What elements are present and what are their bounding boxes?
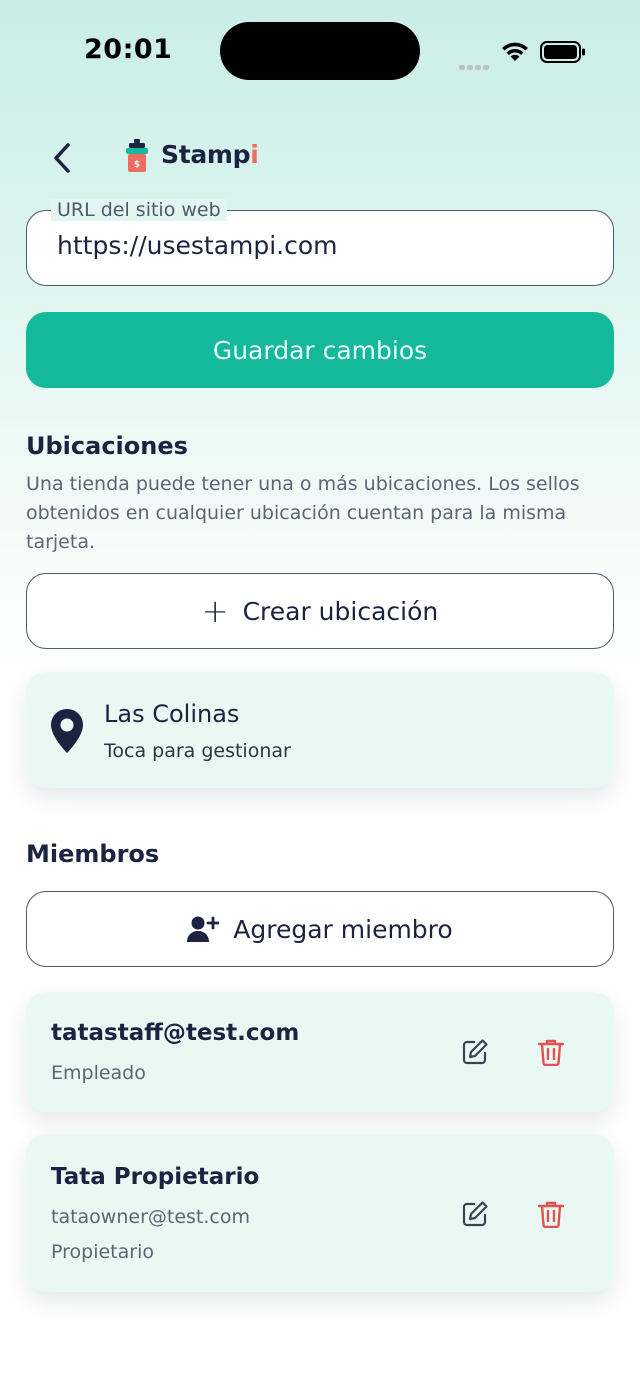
logo-text-main: Stamp [161,140,251,169]
locations-title: Ubicaciones [26,432,188,460]
website-url-field[interactable]: URL del sitio web [26,199,614,286]
member-email: tataowner@test.com [51,1206,250,1228]
delete-member-button[interactable] [536,1037,566,1067]
save-changes-label: Guardar cambios [212,335,428,365]
locations-description: Una tienda puede tener una o más ubicaci… [26,473,580,553]
member-name: tatastaff@test.com [51,1020,300,1046]
app-header: $ Stampi [0,132,640,182]
location-name: Las Colinas [104,700,240,728]
logo-text-accent: i [250,140,259,169]
location-pin-icon [51,709,83,753]
battery-icon [540,41,585,63]
add-member-button[interactable]: Agregar miembro [26,891,614,967]
app-logo-text: Stampi [161,140,259,169]
trash-icon [538,1039,564,1066]
member-card: tatastaff@test.com Empleado [26,992,614,1112]
wifi-icon [502,42,528,61]
status-bar: 20:01 [0,0,640,100]
status-time: 20:01 [84,34,173,65]
signal-icon [459,55,491,74]
svg-text:$: $ [134,160,140,170]
create-location-label: Crear ubicación [242,596,439,626]
edit-member-button[interactable] [460,1037,490,1067]
member-card: Tata Propietario tataowner@test.com Prop… [26,1134,614,1292]
member-name: Tata Propietario [51,1164,260,1190]
plus-icon: + [201,592,229,630]
save-changes-button[interactable]: Guardar cambios [26,312,614,388]
members-title: Miembros [26,840,160,868]
website-url-input[interactable] [57,231,587,260]
edit-icon [462,1201,488,1227]
location-card[interactable]: Las Colinas Toca para gestionar [26,672,614,788]
create-location-button[interactable]: + Crear ubicación [26,573,614,649]
stampi-logo-icon: $ [126,139,148,172]
back-button[interactable] [44,138,80,178]
member-role: Empleado [51,1062,146,1084]
member-role: Propietario [51,1241,154,1263]
website-url-label: URL del sitio web [51,199,227,221]
dynamic-island [220,22,420,80]
edit-icon [462,1039,488,1065]
add-user-icon [187,916,220,942]
trash-icon [538,1201,564,1228]
add-member-label: Agregar miembro [233,914,453,944]
edit-member-button[interactable] [460,1199,490,1229]
location-subtitle: Toca para gestionar [104,740,291,762]
delete-member-button[interactable] [536,1199,566,1229]
back-chevron-icon [54,143,70,173]
